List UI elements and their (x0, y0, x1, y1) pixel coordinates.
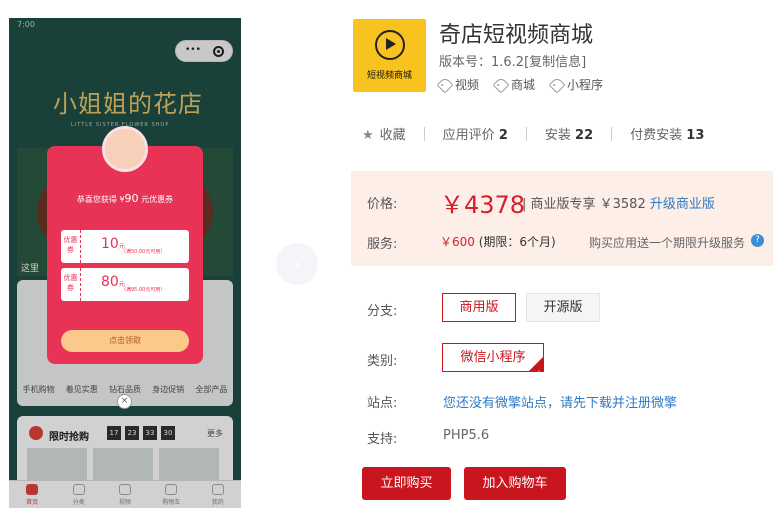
play-icon (375, 30, 405, 60)
paid-label: 付费安装 (630, 128, 683, 143)
buy-now-button[interactable]: 立即购买 (362, 467, 451, 500)
divider (611, 126, 613, 141)
site-label: 站点: (367, 396, 398, 411)
headline-suffix: 元优惠券 (138, 195, 174, 204)
next-slide-button[interactable]: › (276, 243, 318, 285)
category-option[interactable]: 微信小程序 (442, 343, 544, 387)
price-box: 价格: ￥4378 | 商业版专享 ￥3582 升级商业版 服务: ￥600 (… (351, 171, 773, 266)
rating-label: 应用评价 (442, 128, 495, 143)
branch-open-option[interactable]: 开源版 (526, 293, 600, 322)
claim-button[interactable]: 点击领取 (61, 330, 189, 352)
ticket-condition: （满95.00元可用） (121, 287, 166, 293)
collect-label: 收藏 (379, 128, 406, 143)
commercial-price: | 商业版专享 ￥3582 升级商业版 (522, 193, 715, 212)
coupon-headline: 恭喜您获得 ¥90 元优惠券 (47, 192, 203, 205)
tag-icon (548, 76, 566, 93)
amount-value: 80 (101, 274, 119, 290)
service-period: (期限：6个月) (474, 235, 556, 249)
coupon-ticket[interactable]: 优惠券 80元 （满95.00元可用） (61, 268, 189, 301)
amount-value: 10 (101, 236, 119, 252)
support-label: 支持: (367, 432, 398, 447)
install-value: 22 (575, 128, 594, 143)
upgrade-link[interactable]: 升级商业版 (650, 197, 715, 212)
help-icon[interactable]: ? (751, 234, 764, 247)
branch-commercial-option[interactable]: 商用版 (442, 293, 516, 322)
coupon-popup: 恭喜您获得 ¥90 元优惠券 优惠券 10元 （满50.00元可用） 优惠券 8… (47, 126, 203, 364)
support-value: PHP5.6 (443, 428, 490, 443)
tag-label: 商城 (511, 78, 536, 92)
headline-amount: 90 (124, 192, 139, 205)
install-stat: 安装 22 (545, 124, 593, 143)
tag-item[interactable]: 商城 (492, 76, 536, 93)
check-corner-icon (529, 357, 543, 387)
tag-list: 视频 商城 小程序 (436, 76, 604, 93)
logo-text: 短视频商城 (366, 71, 412, 81)
commercial-price-text: | 商业版专享 ￥3582 (522, 197, 646, 212)
tag-item[interactable]: 视频 (436, 76, 480, 93)
tag-icon (436, 76, 454, 93)
service-label: 服务: (367, 237, 398, 252)
price-value: ￥4378 (440, 191, 526, 219)
collect-button[interactable]: ★ 收藏 (362, 124, 406, 143)
app-title: 奇店短视频商城 (439, 23, 594, 48)
ticket-tag: 优惠券 (61, 230, 81, 263)
ticket-condition: （满50.00元可用） (121, 249, 166, 255)
install-label: 安装 (544, 128, 571, 143)
coupon-ticket[interactable]: 优惠券 10元 （满50.00元可用） (61, 230, 189, 263)
close-icon[interactable]: × (117, 394, 132, 409)
rating-value: 2 (498, 128, 508, 143)
tag-label: 小程序 (567, 78, 604, 92)
service-info: ￥600 (期限：6个月) (440, 233, 556, 250)
service-price: ￥600 (440, 235, 475, 249)
branch-label: 分支: (367, 304, 398, 319)
paid-value: 13 (686, 128, 705, 143)
tag-icon (492, 76, 510, 93)
site-register-link[interactable]: 您还没有微擎站点，请先下载并注册微擎 (443, 392, 677, 411)
divider (525, 126, 527, 141)
ticket-tag: 优惠券 (61, 268, 81, 301)
app-logo: 短视频商城 (353, 19, 426, 92)
add-to-cart-button[interactable]: 加入购物车 (464, 467, 566, 500)
rating-stat[interactable]: 应用评价 2 (443, 124, 508, 143)
divider (423, 126, 425, 141)
paid-install-stat: 付费安装 13 (630, 124, 704, 143)
shop-avatar (102, 126, 148, 172)
category-option-label: 微信小程序 (460, 350, 526, 365)
headline-prefix: 恭喜您获得 ¥ (76, 195, 125, 204)
tag-item[interactable]: 小程序 (548, 76, 604, 93)
star-icon: ★ (362, 128, 374, 143)
stats-bar: ★ 收藏 应用评价 2 安装 22 付费安装 13 (362, 124, 704, 143)
version-info[interactable]: 版本号：1.6.2[复制信息] (439, 51, 586, 70)
tag-label: 视频 (455, 78, 480, 92)
service-note: 购买应用送一个期限升级服务 (589, 236, 746, 250)
category-label: 类别: (367, 354, 398, 369)
price-label: 价格: (367, 197, 398, 212)
